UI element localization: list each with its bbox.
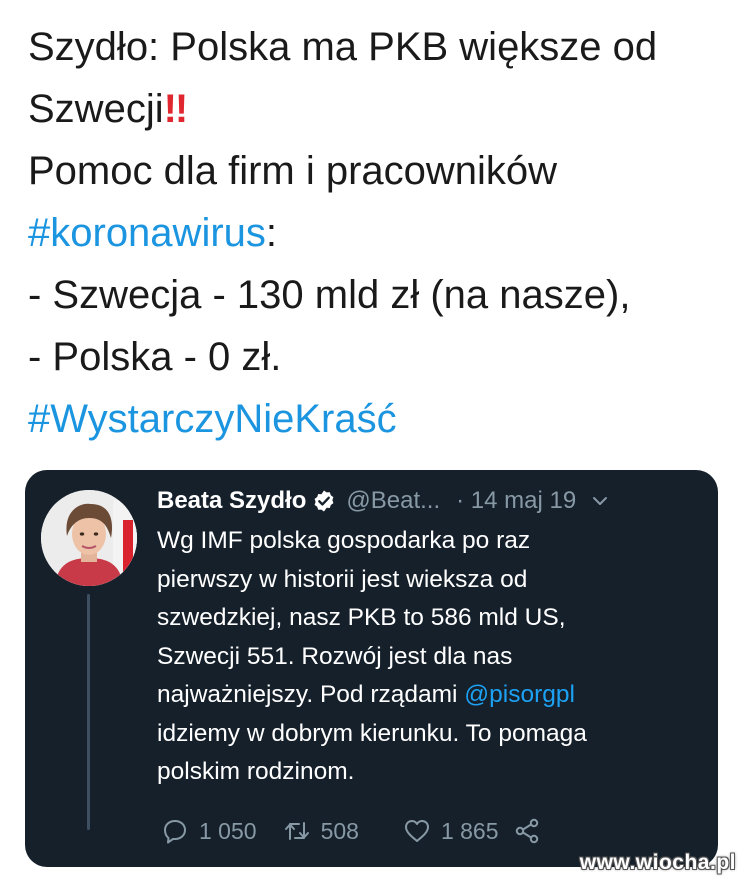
thread-line <box>87 594 90 830</box>
tweet-header: Beata Szydło @Beat... · 14 maj 19 <box>157 484 702 518</box>
hashtag-wystarczyniekrasc[interactable]: #WystarczyNieKraść <box>28 388 738 450</box>
like-button[interactable]: 1 865 <box>403 817 499 845</box>
hashtag-koronawirus[interactable]: #koronawirus <box>28 211 266 255</box>
post-text: Szydło: Polska ma PKB większe od Szwecji… <box>28 16 738 450</box>
chevron-down-icon[interactable] <box>590 491 610 511</box>
post-line-2-text: Szwecji <box>28 87 164 131</box>
heart-icon <box>404 820 429 842</box>
tweet-actions: 1 050 508 1 865 <box>161 816 551 846</box>
avatar[interactable] <box>41 490 137 586</box>
retweet-count: 508 <box>320 817 359 844</box>
post-line-5: - Szwecja - 130 mld zł (na nasze), <box>28 273 631 317</box>
reply-count: 1 050 <box>199 817 257 844</box>
share-button[interactable] <box>513 817 551 845</box>
tweet-body: Wg IMF polska gospodarka po raz pierwszy… <box>157 522 697 792</box>
retweet-icon <box>284 822 309 840</box>
post-line-6: - Polska - 0 zł. <box>28 335 282 379</box>
mention-pisorgpl[interactable]: @pisorgpl <box>464 681 575 708</box>
avatar-image <box>41 490 137 586</box>
tweet-line-5-text: najważniejszy. Pod rządami <box>157 681 465 708</box>
reply-button[interactable]: 1 050 <box>161 817 257 845</box>
hashtag-suffix: : <box>265 211 278 255</box>
tweet-line-1: Wg IMF polska gospodarka po raz <box>157 527 531 554</box>
tweet-line-4: Szwecji 551. Rozwój jest dla nas <box>157 642 513 670</box>
tweet-line-2: pierwszy w historii jest wieksza od <box>157 565 528 593</box>
tweet-line-6: idziemy w dobrym kierunku. To pomaga <box>157 719 587 747</box>
quoted-tweet-card[interactable]: Beata Szydło @Beat... · 14 maj 19 Wg IMF… <box>25 470 718 867</box>
watermark: www.wiocha.pl <box>579 851 736 874</box>
double-exclamation-emoji: !! <box>163 87 189 131</box>
tweet-date[interactable]: · 14 maj 19 <box>456 487 576 515</box>
like-count: 1 865 <box>440 817 499 844</box>
retweet-button[interactable]: 508 <box>283 817 359 845</box>
tweet-line-3: szwedzkiej, nasz PKB to 586 mld US, <box>157 604 566 631</box>
reply-icon <box>164 820 186 844</box>
verified-badge-icon <box>314 490 334 512</box>
author-name[interactable]: Beata Szydło <box>157 487 306 515</box>
post-line-1: Szydło: Polska ma PKB większe od <box>28 25 658 69</box>
post-line-4: #koronawirus: <box>28 202 738 264</box>
author-handle[interactable]: @Beat... <box>346 487 440 515</box>
tweet-line-5: najważniejszy. Pod rządami @pisorgpl <box>157 676 697 715</box>
tweet-line-7: polskim rodzinom. <box>157 758 355 785</box>
post-line-3: Pomoc dla firm i pracowników <box>28 149 558 193</box>
post-line-2: Szwecji!! <box>28 78 738 140</box>
share-icon <box>515 818 538 844</box>
